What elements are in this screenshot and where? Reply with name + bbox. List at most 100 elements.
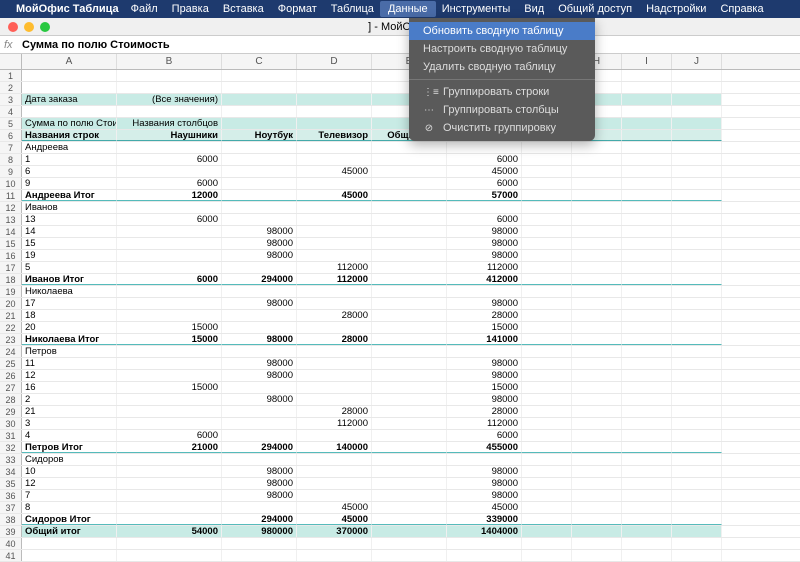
cell[interactable]: Наушники — [117, 130, 222, 141]
cell[interactable] — [117, 358, 222, 369]
cell[interactable] — [672, 106, 722, 117]
cell[interactable] — [297, 370, 372, 381]
cell[interactable] — [222, 502, 297, 513]
cell[interactable]: 98000 — [222, 226, 297, 237]
cell[interactable] — [297, 382, 372, 393]
cell[interactable] — [522, 214, 572, 225]
row-header[interactable]: 14 — [0, 226, 22, 237]
cell[interactable] — [297, 178, 372, 189]
cell[interactable] — [372, 406, 447, 417]
cell[interactable] — [572, 214, 622, 225]
cell[interactable] — [672, 478, 722, 489]
cell[interactable] — [222, 262, 297, 273]
cell[interactable] — [222, 286, 297, 297]
cell[interactable]: 455000 — [447, 442, 522, 453]
cell[interactable] — [622, 550, 672, 561]
cell[interactable] — [372, 250, 447, 261]
cell[interactable] — [372, 370, 447, 381]
cell[interactable] — [117, 106, 222, 117]
cell[interactable] — [117, 202, 222, 213]
row-header[interactable]: 31 — [0, 430, 22, 441]
cell[interactable]: 98000 — [447, 226, 522, 237]
cell[interactable] — [622, 466, 672, 477]
cell[interactable] — [372, 298, 447, 309]
row-header[interactable]: 23 — [0, 334, 22, 345]
cell[interactable]: 112000 — [297, 262, 372, 273]
cell[interactable] — [297, 538, 372, 549]
cell[interactable] — [572, 142, 622, 153]
cell[interactable] — [672, 142, 722, 153]
cell[interactable] — [672, 190, 722, 201]
cell[interactable]: Иванов Итог — [22, 274, 117, 285]
cell[interactable] — [572, 226, 622, 237]
cell[interactable] — [372, 526, 447, 537]
minimize-icon[interactable] — [24, 22, 34, 32]
cell[interactable] — [672, 550, 722, 561]
cell[interactable] — [672, 178, 722, 189]
cell[interactable] — [372, 454, 447, 465]
cell[interactable] — [522, 382, 572, 393]
cell[interactable] — [22, 106, 117, 117]
cell[interactable] — [572, 154, 622, 165]
cell[interactable]: 6 — [22, 166, 117, 177]
menu-файл[interactable]: Файл — [131, 3, 158, 15]
cell[interactable] — [372, 202, 447, 213]
cell[interactable] — [222, 346, 297, 357]
cell[interactable]: 112000 — [297, 418, 372, 429]
cell[interactable] — [522, 190, 572, 201]
cell[interactable]: 980000 — [222, 526, 297, 537]
cell[interactable] — [622, 478, 672, 489]
row-header[interactable]: 37 — [0, 502, 22, 513]
cell[interactable] — [672, 406, 722, 417]
cell[interactable] — [622, 82, 672, 93]
cell[interactable] — [297, 154, 372, 165]
cell[interactable]: 18 — [22, 310, 117, 321]
cell[interactable] — [222, 310, 297, 321]
cell[interactable] — [117, 250, 222, 261]
cell[interactable]: Николаева — [22, 286, 117, 297]
cell[interactable] — [522, 442, 572, 453]
cell[interactable] — [522, 310, 572, 321]
menu-item[interactable]: Удалить сводную таблицу — [409, 58, 595, 76]
cell[interactable]: Иванов — [22, 202, 117, 213]
cell[interactable] — [672, 226, 722, 237]
cell[interactable] — [372, 286, 447, 297]
cell[interactable] — [522, 490, 572, 501]
cell[interactable] — [117, 262, 222, 273]
row-header[interactable]: 24 — [0, 346, 22, 357]
cell[interactable] — [622, 286, 672, 297]
cell[interactable] — [572, 406, 622, 417]
cell[interactable]: 2 — [22, 394, 117, 405]
menu-правка[interactable]: Правка — [172, 3, 209, 15]
row-header[interactable]: 20 — [0, 298, 22, 309]
cell[interactable] — [672, 382, 722, 393]
cell[interactable] — [522, 166, 572, 177]
cell[interactable] — [297, 142, 372, 153]
cell[interactable] — [672, 214, 722, 225]
menu-инструменты[interactable]: Инструменты — [442, 3, 511, 15]
cell[interactable]: Петров — [22, 346, 117, 357]
cell[interactable]: 12 — [22, 370, 117, 381]
cell[interactable]: 1 — [22, 154, 117, 165]
cell[interactable] — [622, 454, 672, 465]
cell[interactable] — [117, 454, 222, 465]
cell[interactable] — [672, 370, 722, 381]
cell[interactable] — [372, 226, 447, 237]
row-header[interactable]: 22 — [0, 322, 22, 333]
cell[interactable] — [297, 322, 372, 333]
cell[interactable] — [117, 346, 222, 357]
cell[interactable]: 45000 — [297, 514, 372, 525]
cell[interactable] — [117, 166, 222, 177]
cell[interactable] — [372, 190, 447, 201]
cell[interactable] — [222, 322, 297, 333]
row-header[interactable]: 32 — [0, 442, 22, 453]
cell[interactable]: 28000 — [447, 310, 522, 321]
row-header[interactable]: 8 — [0, 154, 22, 165]
cell[interactable] — [117, 490, 222, 501]
cell[interactable] — [622, 382, 672, 393]
cell[interactable]: Ноутбук — [222, 130, 297, 141]
cell[interactable] — [622, 430, 672, 441]
cell[interactable]: 6000 — [117, 178, 222, 189]
cell[interactable] — [672, 262, 722, 273]
cell[interactable] — [117, 142, 222, 153]
